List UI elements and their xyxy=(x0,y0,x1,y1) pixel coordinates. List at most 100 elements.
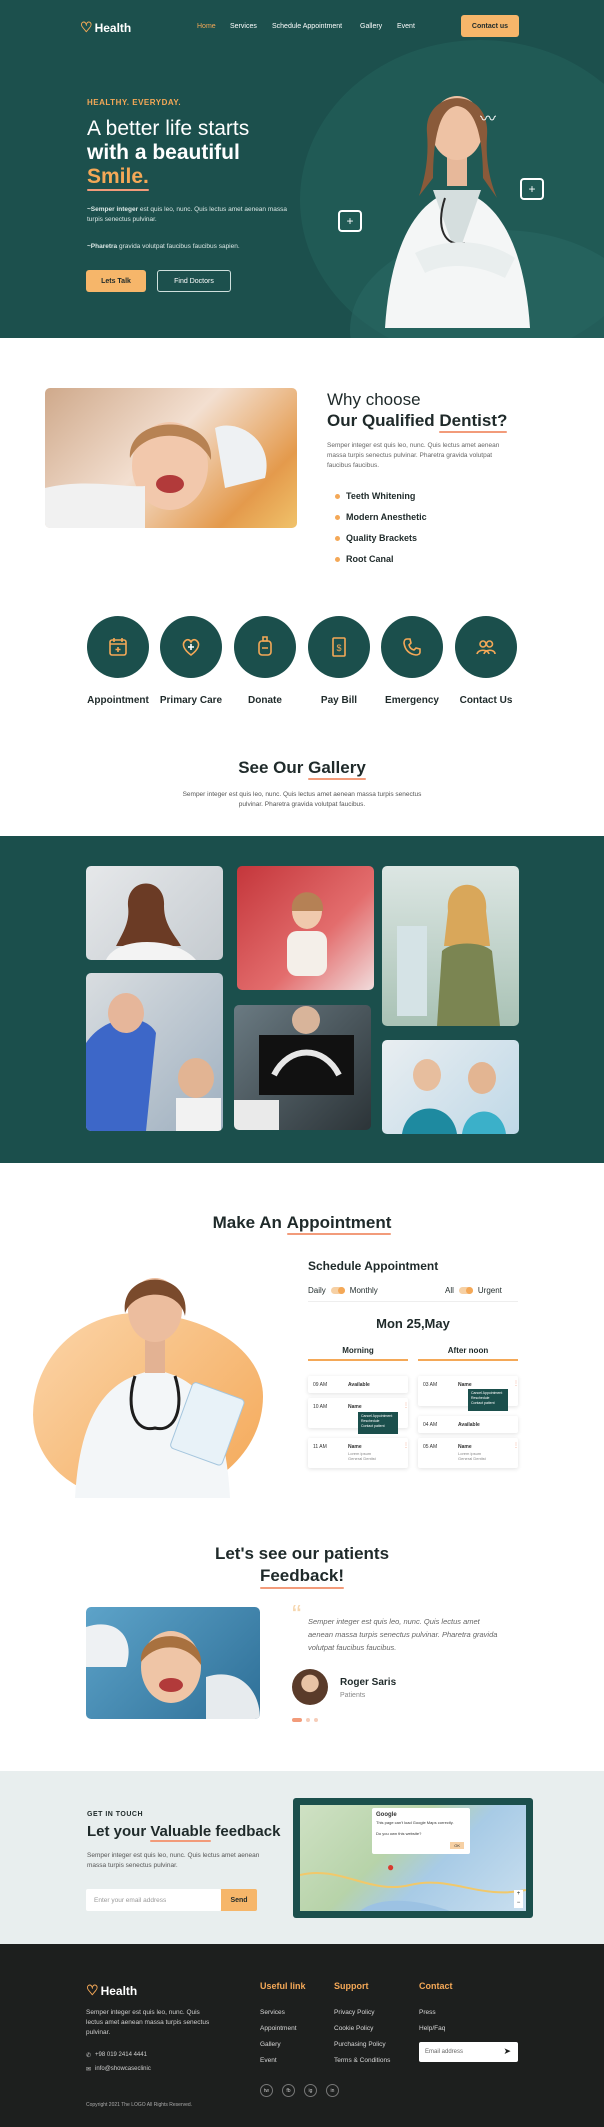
appointment-button[interactable] xyxy=(87,616,149,678)
map-pin-icon[interactable]: ● xyxy=(387,1860,394,1874)
footer-link-terms[interactable]: Terms & Conditions xyxy=(334,2057,390,2064)
map-ok-button[interactable]: OK xyxy=(450,1842,464,1849)
footer-link-event[interactable]: Event xyxy=(260,2057,277,2064)
contact-email-input[interactable]: Enter your email address xyxy=(86,1889,221,1911)
linkedin-icon[interactable]: in xyxy=(326,2084,339,2097)
footer-link-purchasing[interactable]: Purchasing Policy xyxy=(334,2041,386,2048)
site-footer: ♡ Health Semper integer est quis leo, nu… xyxy=(0,1944,604,2127)
more-icon[interactable]: ⋮ xyxy=(403,1402,409,1409)
footer-link-privacy[interactable]: Privacy Policy xyxy=(334,2009,374,2016)
hero-tagline: HEALTHY. EVERYDAY. xyxy=(87,98,182,107)
map-canvas[interactable]: ● Google This page can't load Google Map… xyxy=(300,1805,526,1911)
copyright: Copyright 2021 The LOGO All Rights Reser… xyxy=(86,2102,193,2108)
gallery-photo-4[interactable] xyxy=(86,973,223,1131)
bullet-quality-brackets: Quality Brackets xyxy=(335,533,417,543)
feedback-quote: Semper integer est quis leo, nunc. Quis … xyxy=(308,1617,498,1652)
nav-services[interactable]: Services xyxy=(230,23,257,30)
daily-monthly-toggle[interactable]: Daily Monthly xyxy=(308,1286,378,1295)
primary-care-button[interactable] xyxy=(160,616,222,678)
contact-body: Semper integer est quis leo, nunc. Quis … xyxy=(87,1852,260,1869)
footer-link-cookie[interactable]: Cookie Policy xyxy=(334,2025,373,2032)
feedback-section: Let's see our patients Feedback! “ Sempe… xyxy=(0,1503,604,1771)
footer-link-gallery[interactable]: Gallery xyxy=(260,2041,281,2048)
slot-menu-popup[interactable]: Cancel Appointment Reschedule Contact pati… xyxy=(358,1412,398,1434)
feedback-photo xyxy=(86,1607,260,1719)
map-zoom-controls[interactable]: + − xyxy=(514,1890,523,1908)
brand-logo[interactable]: ♡ Health xyxy=(80,19,131,36)
schedule-panel-title: Schedule Appointment xyxy=(308,1259,439,1273)
contact-eyebrow: GET IN TOUCH xyxy=(87,1811,144,1818)
footer-link-help[interactable]: Help/Faq xyxy=(419,2025,445,2032)
footer-link-appointment[interactable]: Appointment xyxy=(260,2025,297,2032)
gallery-photo-1[interactable] xyxy=(86,866,223,960)
slot-morning-3[interactable]: 11 AM Name Lorem ipsum General Dentist ⋮ xyxy=(308,1438,409,1468)
tooth-icon: ♡ xyxy=(86,1982,99,1998)
footer-link-services[interactable]: Services xyxy=(260,2009,285,2016)
contact-us-button[interactable]: Contact us xyxy=(461,15,519,37)
footer-about: Semper integer est quis leo, nunc. Quis … xyxy=(86,2009,210,2036)
why-section: Why choose Our Qualified Dentist? Semper… xyxy=(0,338,604,838)
contact-us-label: Contact Us xyxy=(459,695,513,706)
lets-talk-button[interactable]: Lets Talk xyxy=(86,270,146,292)
footer-logo[interactable]: ♡ Health xyxy=(86,1982,137,1999)
all-urgent-toggle[interactable]: All Urgent xyxy=(445,1286,502,1295)
why-body: Semper integer est quis leo, nunc. Quis … xyxy=(327,442,500,469)
appointment-title: Make An Appointment xyxy=(212,1213,392,1235)
pay-bill-button[interactable]: $ xyxy=(308,616,370,678)
quote-icon: “ xyxy=(292,1599,302,1630)
nav-event[interactable]: Event xyxy=(397,23,415,30)
facebook-icon[interactable]: fb xyxy=(282,2084,295,2097)
bullet-root-canal: Root Canal xyxy=(335,554,394,564)
nav-gallery[interactable]: Gallery xyxy=(360,23,382,30)
send-icon[interactable]: ➤ xyxy=(503,2046,511,2057)
gallery-photo-5[interactable] xyxy=(234,1005,371,1130)
slot-afternoon-2[interactable]: 04 AM Available xyxy=(418,1416,518,1433)
phone-icon: ✆ xyxy=(86,2053,92,2059)
donate-button[interactable] xyxy=(234,616,296,678)
contact-us-service-button[interactable] xyxy=(455,616,517,678)
send-button[interactable]: Send xyxy=(221,1889,257,1911)
gallery-photo-3[interactable] xyxy=(382,866,519,1026)
carousel-dot[interactable] xyxy=(306,1718,310,1722)
nav-home[interactable]: Home xyxy=(197,23,216,30)
slot-menu-popup[interactable]: Cancel Appointment Reschedule Contact pati… xyxy=(468,1389,508,1411)
instagram-icon[interactable]: ig xyxy=(304,2084,317,2097)
contact-title: Let your Valuable feedback xyxy=(87,1823,281,1842)
map-widget[interactable]: ● Google This page can't load Google Map… xyxy=(293,1798,533,1918)
gallery-title: See Our Gallery xyxy=(238,758,366,780)
footer-email[interactable]: ✉ info@showcaseclinic xyxy=(86,2066,151,2073)
heart-plus-icon xyxy=(182,638,200,657)
toggle-switch[interactable] xyxy=(330,1287,345,1294)
carousel-dot[interactable] xyxy=(314,1718,318,1722)
reviewer-role: Patients xyxy=(340,1692,366,1699)
more-icon[interactable]: ⋮ xyxy=(403,1442,409,1449)
hero-doctor-image xyxy=(375,78,540,328)
footer-link-press[interactable]: Press xyxy=(419,2009,436,2016)
find-doctors-button[interactable]: Find Doctors xyxy=(157,270,231,292)
gallery-photo-2[interactable] xyxy=(237,866,374,990)
toggle-switch[interactable] xyxy=(458,1287,473,1294)
why-title-line1: Why choose xyxy=(327,390,421,409)
blood-bag-icon xyxy=(258,636,272,656)
contact-section: GET IN TOUCH Let your Valuable feedback … xyxy=(0,1771,604,1944)
slot-afternoon-3[interactable]: 05 AM Name Lorem ipsum General Dentist ⋮ xyxy=(418,1438,519,1468)
afternoon-column-header: After noon xyxy=(418,1346,518,1361)
gallery-photo-6[interactable] xyxy=(382,1040,519,1134)
more-icon[interactable]: ⋮ xyxy=(513,1442,519,1449)
nav-schedule[interactable]: Schedule Appointment xyxy=(272,23,342,30)
why-title-line2: Our Qualified Dentist? xyxy=(327,411,508,433)
footer-col1-title: Useful link xyxy=(260,1981,306,1991)
footer-email-input[interactable]: Email address ➤ xyxy=(419,2042,518,2062)
more-icon[interactable]: ⋮ xyxy=(513,1380,519,1387)
footer-phone[interactable]: ✆ +98 019 2414 4441 xyxy=(86,2052,147,2059)
people-icon xyxy=(476,640,496,655)
carousel-dot-active[interactable] xyxy=(292,1718,302,1722)
emergency-button[interactable] xyxy=(381,616,443,678)
dentist-child-photo xyxy=(45,388,297,528)
tooth-icon: ♡ xyxy=(80,19,93,35)
slot-morning-1[interactable]: 09 AM Available xyxy=(308,1376,408,1393)
hero-section: ♡ Health Home Services Schedule Appointm… xyxy=(0,0,604,338)
carousel-dots[interactable] xyxy=(292,1718,318,1722)
twitter-icon[interactable]: tw xyxy=(260,2084,273,2097)
gallery-body: Semper integer est quis leo, nunc. Quis … xyxy=(182,791,422,808)
